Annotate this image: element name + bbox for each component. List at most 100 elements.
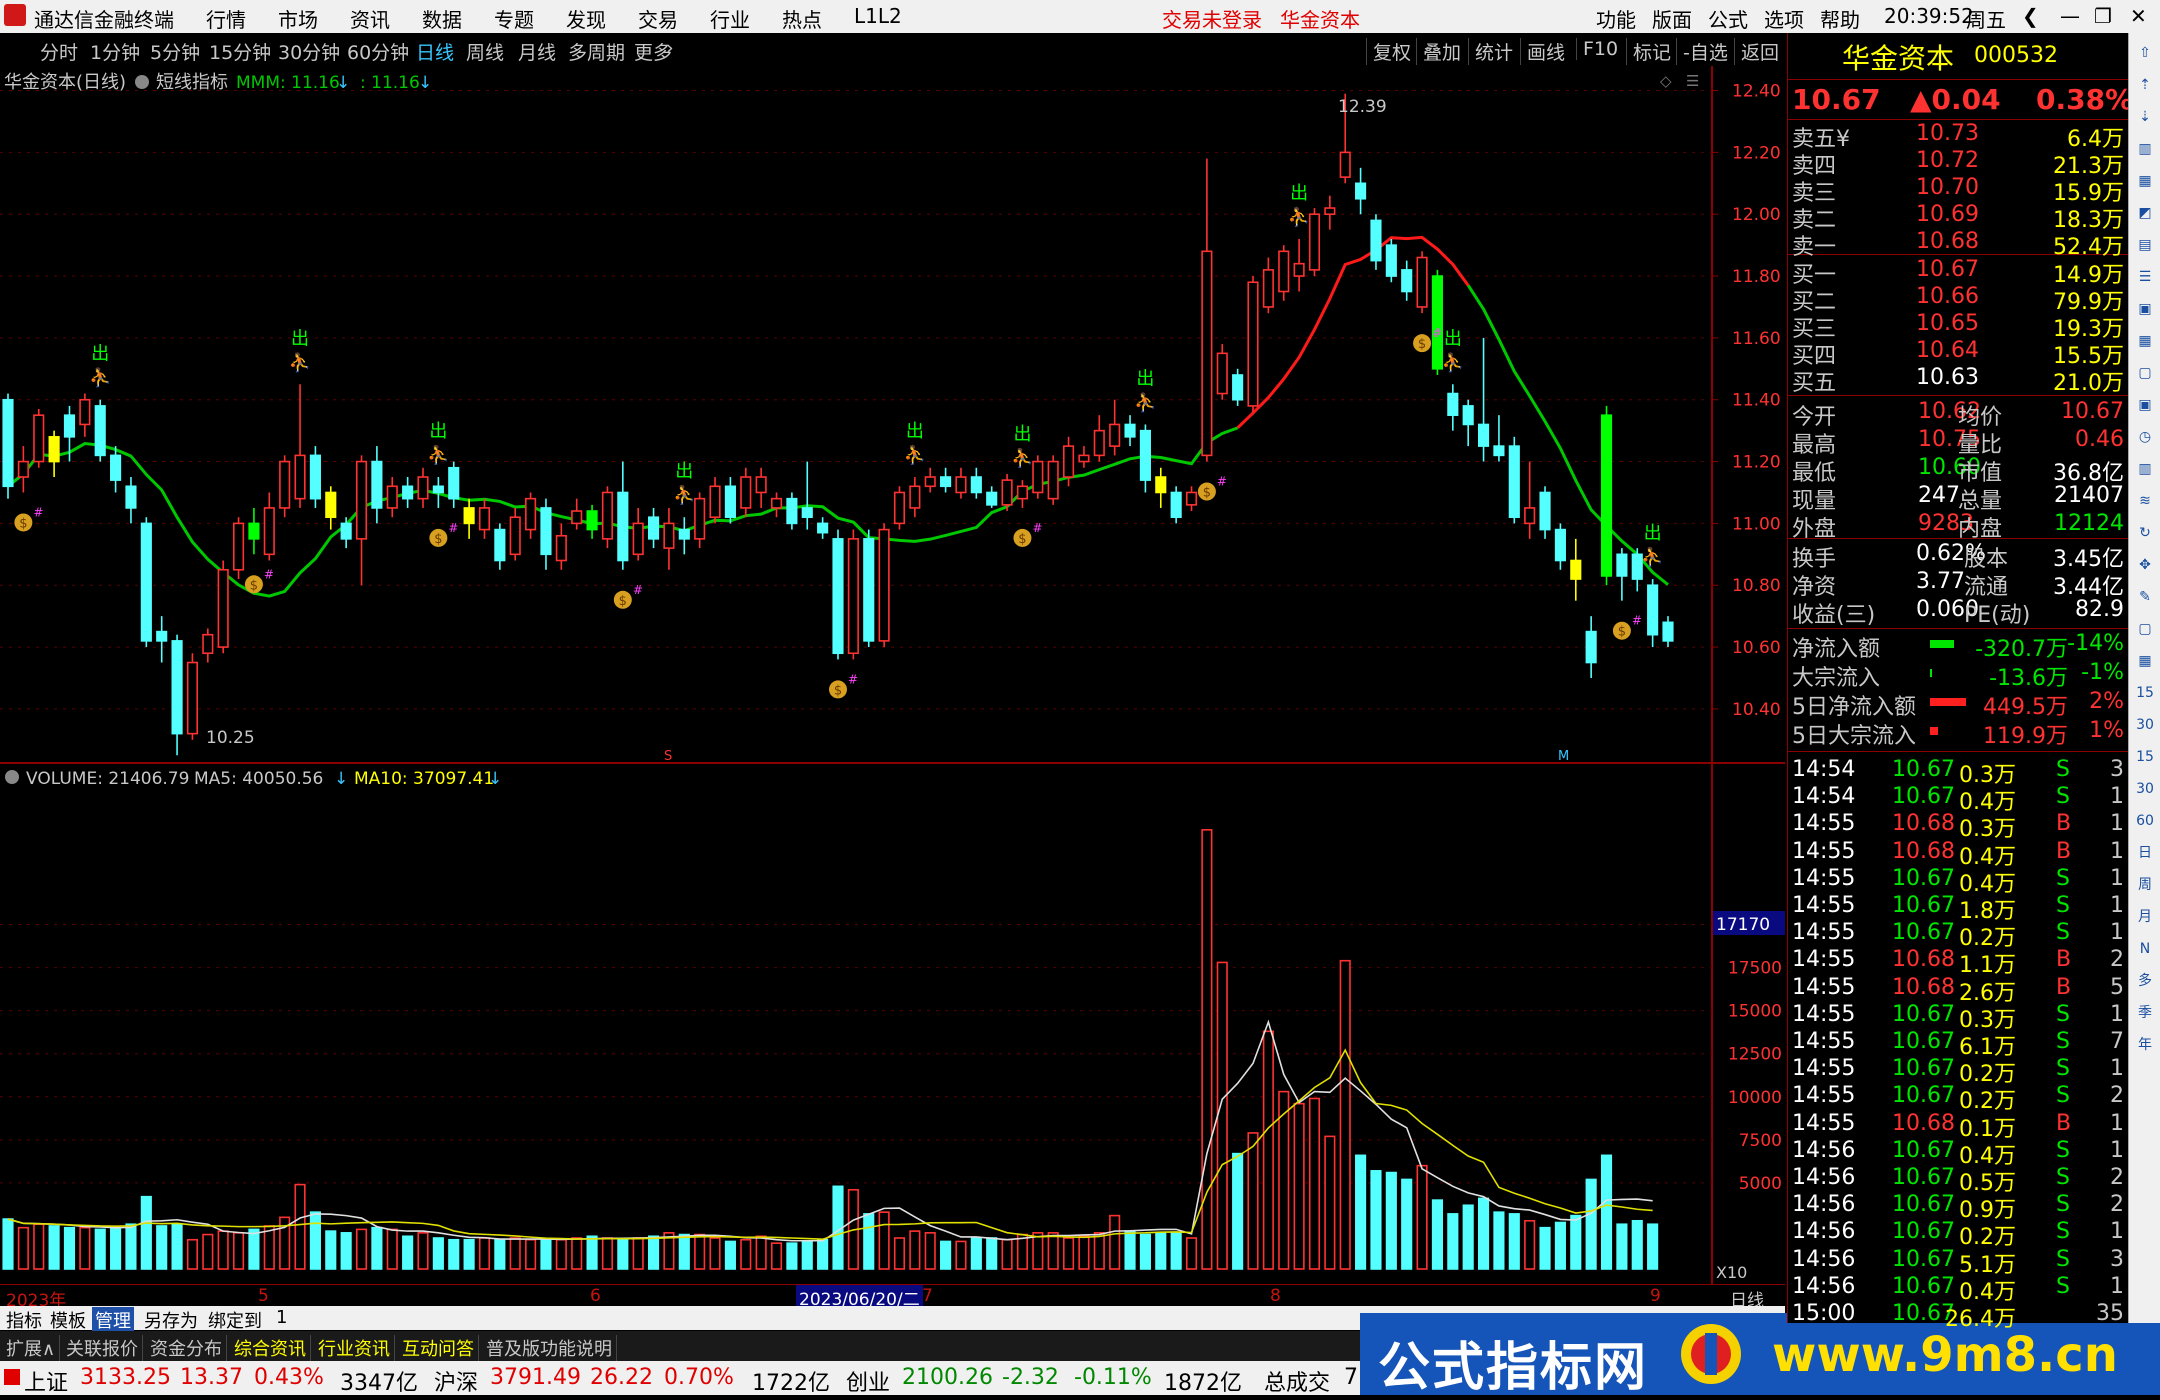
volume-bar[interactable] bbox=[417, 1232, 429, 1270]
sb-5[interactable]: 30 bbox=[2133, 713, 2157, 737]
indicator-name[interactable]: 短线指标 bbox=[156, 72, 228, 93]
volume-bar[interactable] bbox=[1124, 1230, 1136, 1270]
volume-bar[interactable] bbox=[1185, 1237, 1198, 1270]
volume-bar[interactable] bbox=[2, 1218, 14, 1270]
volume-bar[interactable] bbox=[309, 1211, 321, 1270]
vol-settings-icon[interactable] bbox=[5, 770, 19, 784]
chart-icon[interactable]: ◩ bbox=[2133, 201, 2157, 225]
volume-bar[interactable] bbox=[33, 1223, 45, 1270]
volume-bar[interactable] bbox=[1032, 1232, 1044, 1270]
volume-bar[interactable] bbox=[294, 1183, 306, 1270]
sb-week[interactable]: 周 bbox=[2133, 873, 2157, 897]
menu-gongneng[interactable]: 功能 bbox=[1596, 4, 1636, 33]
candle[interactable] bbox=[786, 492, 798, 530]
volume-bar[interactable] bbox=[571, 1237, 583, 1270]
trade-status[interactable]: 交易未登录 bbox=[1162, 4, 1262, 33]
volume-bar[interactable] bbox=[1401, 1178, 1413, 1270]
volume-bar[interactable] bbox=[878, 1211, 890, 1270]
volume-bar[interactable] bbox=[202, 1233, 214, 1270]
btn-diejia[interactable]: 叠加 bbox=[1416, 38, 1461, 65]
volume-bar[interactable] bbox=[632, 1237, 644, 1270]
btn-fanhui[interactable]: 返回 bbox=[1734, 38, 1779, 65]
list-icon[interactable]: ☰ bbox=[2133, 265, 2157, 289]
timeline-bar[interactable]: 2023年 5 6 2023/06/20/二 7 8 9 日线 bbox=[0, 1284, 1785, 1311]
settings-circle-icon[interactable] bbox=[135, 75, 149, 89]
volume-bar[interactable] bbox=[478, 1237, 491, 1270]
volume-bar[interactable] bbox=[863, 1213, 875, 1270]
volume-bar[interactable] bbox=[893, 1237, 906, 1270]
volume-bar[interactable] bbox=[740, 1238, 752, 1270]
sb-day[interactable]: 日 bbox=[2133, 841, 2157, 865]
tab-hangyezixun[interactable]: 行业资讯 bbox=[314, 1335, 395, 1361]
kline-chart[interactable]: 12.40 12.20 12.00 11.80 11.60 11.40 11.20 11.00… bbox=[0, 66, 1785, 764]
sb-multi[interactable]: 多 bbox=[2133, 969, 2157, 993]
volume-bar[interactable] bbox=[1232, 1152, 1244, 1270]
volume-bar[interactable] bbox=[1093, 1232, 1105, 1270]
bind-slot-number[interactable]: 1 bbox=[276, 1307, 287, 1328]
volume-bar[interactable] bbox=[724, 1240, 736, 1270]
menu-xuanxiang[interactable]: 选项 bbox=[1764, 4, 1804, 33]
volume-bar[interactable] bbox=[1370, 1170, 1382, 1270]
volume-bar[interactable] bbox=[1324, 1135, 1336, 1270]
btn-zhibiao[interactable]: 指标 bbox=[6, 1307, 42, 1333]
volume-bar[interactable] bbox=[1477, 1197, 1490, 1270]
volume-bar[interactable] bbox=[110, 1226, 122, 1270]
volume-bar[interactable] bbox=[1355, 1154, 1367, 1270]
volume-bar[interactable] bbox=[1047, 1232, 1059, 1270]
volume-bar[interactable] bbox=[601, 1237, 614, 1270]
volume-bar[interactable] bbox=[1647, 1223, 1659, 1270]
volume-bar[interactable] bbox=[1016, 1233, 1029, 1270]
volume-bar[interactable] bbox=[955, 1240, 967, 1270]
volume-bar[interactable] bbox=[171, 1223, 183, 1270]
volume-bar[interactable] bbox=[1139, 1233, 1151, 1270]
volume-bar[interactable] bbox=[125, 1223, 137, 1270]
btn-biaoji[interactable]: 标记 bbox=[1626, 38, 1671, 65]
volume-bar[interactable] bbox=[786, 1242, 798, 1270]
menu-bangzhu[interactable]: 帮助 bbox=[1820, 4, 1860, 33]
volume-bar[interactable] bbox=[1539, 1226, 1551, 1270]
volume-bar[interactable] bbox=[17, 1226, 29, 1270]
volume-bar[interactable] bbox=[1078, 1235, 1090, 1270]
sb-60[interactable]: 60 bbox=[2133, 809, 2157, 833]
f10-icon[interactable]: ▣ bbox=[2133, 393, 2157, 417]
btn-guanli[interactable]: 管理 bbox=[92, 1307, 134, 1333]
volume-bar[interactable] bbox=[1385, 1171, 1397, 1270]
volume-bar[interactable] bbox=[1585, 1178, 1597, 1270]
minimize-icon[interactable]: — bbox=[2060, 4, 2080, 28]
tab-hudongwenda[interactable]: 互动问答 bbox=[398, 1335, 479, 1361]
tab-1min[interactable]: 1分钟 bbox=[90, 38, 140, 65]
tab-monthly[interactable]: 月线 bbox=[518, 38, 556, 65]
volume-bar[interactable] bbox=[1554, 1221, 1566, 1270]
sb-1[interactable]: 15 bbox=[2133, 681, 2157, 705]
candle[interactable] bbox=[1308, 208, 1321, 277]
volume-bar[interactable] bbox=[586, 1235, 598, 1270]
volume-bar[interactable] bbox=[617, 1238, 629, 1270]
volume-bar[interactable] bbox=[1247, 1132, 1259, 1270]
menu-gongshi[interactable]: 公式 bbox=[1708, 4, 1748, 33]
volume-bar[interactable] bbox=[540, 1238, 552, 1270]
volume-bar[interactable] bbox=[186, 1238, 199, 1270]
volume-bar[interactable] bbox=[463, 1238, 475, 1270]
candle[interactable] bbox=[1032, 455, 1044, 499]
volume-bar[interactable] bbox=[694, 1233, 706, 1270]
volume-bar[interactable] bbox=[1447, 1213, 1459, 1270]
volume-bar[interactable] bbox=[1170, 1232, 1182, 1270]
volume-chart[interactable]: 200001750015000125001000075005000 VOLUME… bbox=[0, 764, 1785, 1284]
menu-icon[interactable]: ☰ bbox=[1686, 72, 1699, 90]
pen-icon[interactable]: ✎ bbox=[2133, 585, 2157, 609]
candle[interactable] bbox=[893, 486, 906, 530]
volume-bar[interactable] bbox=[79, 1226, 91, 1270]
volume-bar[interactable] bbox=[1631, 1219, 1643, 1270]
chevron-right-icon[interactable]: › bbox=[666, 37, 674, 59]
volume-bar[interactable] bbox=[647, 1235, 660, 1270]
back-icon[interactable]: ❮ bbox=[2022, 4, 2039, 28]
volume-bar[interactable] bbox=[1262, 1030, 1274, 1270]
volume-bar[interactable] bbox=[1062, 1237, 1075, 1270]
volume-bar[interactable] bbox=[263, 1225, 275, 1270]
refresh-icon[interactable]: ↻ bbox=[2133, 521, 2157, 545]
volume-bar[interactable] bbox=[1524, 1219, 1536, 1270]
menu-shuju[interactable]: 数据 bbox=[422, 4, 462, 33]
volume-bar[interactable] bbox=[140, 1195, 152, 1270]
volume-bar[interactable] bbox=[940, 1240, 952, 1270]
volume-bar[interactable] bbox=[525, 1238, 537, 1270]
